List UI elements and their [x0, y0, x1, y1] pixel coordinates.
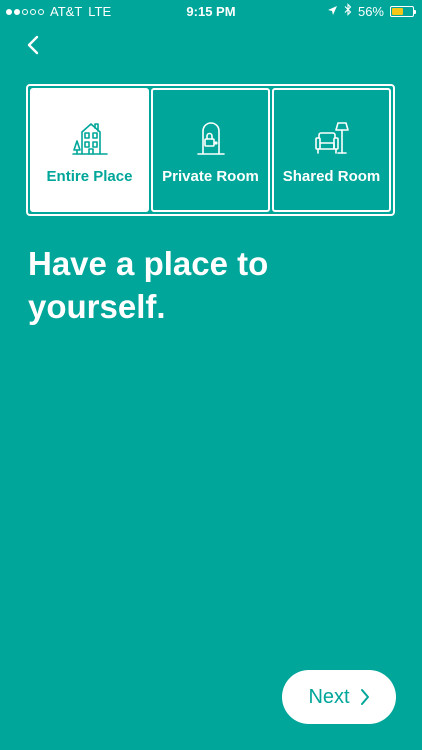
status-right: 56%: [327, 3, 416, 19]
status-bar: AT&T LTE 9:15 PM 56%: [0, 0, 422, 22]
battery-percent: 56%: [357, 3, 384, 19]
option-label: Private Room: [162, 168, 259, 185]
bluetooth-icon: [344, 3, 352, 19]
option-label: Shared Room: [282, 168, 381, 185]
chevron-left-icon: [26, 35, 40, 60]
battery-icon: [390, 5, 416, 17]
house-icon: [70, 118, 110, 158]
option-shared-room[interactable]: Shared Room: [272, 88, 391, 212]
next-button[interactable]: Next: [282, 670, 396, 724]
battery-fill: [392, 7, 403, 15]
option-entire-place[interactable]: Entire Place: [30, 88, 149, 212]
option-private-room[interactable]: Private Room: [151, 88, 270, 212]
option-label: Entire Place: [46, 168, 133, 185]
armchair-lamp-icon: [312, 118, 352, 158]
page-title: Have a place to yourself.: [28, 245, 269, 325]
location-arrow-icon: [327, 4, 338, 19]
door-lock-icon: [191, 118, 231, 158]
room-type-selector: Entire Place Private Room Shared Room: [26, 84, 395, 216]
chevron-right-icon: [360, 688, 370, 706]
next-button-label: Next: [308, 685, 350, 708]
back-button[interactable]: [20, 34, 46, 60]
